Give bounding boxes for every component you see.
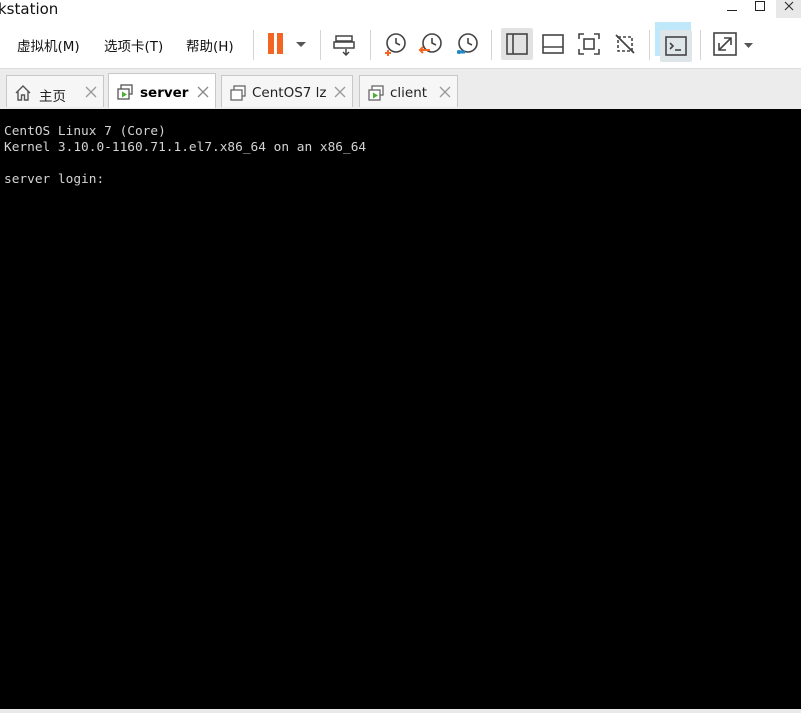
tab-home-label: 主页 [39, 89, 66, 105]
vm-icon [230, 85, 246, 101]
toolbar-separator [253, 30, 254, 60]
revert-snapshot-button[interactable] [415, 28, 447, 60]
toolbar-separator [491, 30, 492, 60]
menu-help[interactable]: 帮助(H) [186, 35, 234, 55]
thumbnail-bar-button[interactable] [537, 28, 569, 60]
toolbar: 虚拟机(M) 选项卡(T) 帮助(H) [0, 20, 801, 68]
window-title: kstation [0, 0, 59, 18]
fit-guest-icon [578, 33, 600, 55]
send-ctrl-alt-del-icon [333, 35, 355, 57]
close-icon [784, 1, 793, 11]
toolbar-separator [320, 30, 321, 60]
home-icon [15, 85, 31, 101]
maximize-button[interactable] [748, 0, 772, 18]
fullscreen-icon [713, 32, 753, 56]
tab-client[interactable]: client [359, 75, 458, 107]
fit-guest-button[interactable] [573, 28, 605, 60]
tab-centos7-lz-label: CentOS7 lz [252, 85, 327, 101]
pause-icon [268, 33, 306, 54]
tab-bar: 主页 server CentOS7 lz client [0, 68, 801, 110]
close-icon[interactable] [437, 84, 453, 100]
pause-button[interactable] [262, 28, 308, 60]
title-bar: kstation [0, 0, 801, 20]
no-stretch-button[interactable] [609, 28, 641, 60]
vm-console[interactable]: CentOS Linux 7 (Core) Kernel 3.10.0-1160… [0, 109, 801, 709]
no-stretch-icon [615, 34, 635, 54]
menu-tabs[interactable]: 选项卡(T) [104, 35, 163, 55]
maximize-icon [755, 1, 765, 11]
status-strip [0, 709, 801, 713]
close-button[interactable] [776, 0, 801, 18]
show-library-button[interactable] [501, 28, 533, 60]
close-icon[interactable] [332, 84, 348, 100]
tab-server[interactable]: server [108, 73, 216, 108]
tab-home[interactable]: 主页 [6, 75, 104, 107]
snapshot-manager-icon [457, 33, 478, 54]
close-icon[interactable] [83, 84, 99, 100]
snapshot-icon [385, 33, 406, 56]
fullscreen-button[interactable] [708, 28, 756, 60]
toolbar-separator [649, 30, 650, 60]
send-ctrl-alt-del-button[interactable] [329, 28, 361, 60]
minimize-icon [727, 9, 737, 11]
snapshot-manager-button[interactable] [451, 28, 483, 60]
vm-running-icon [117, 84, 133, 100]
take-snapshot-button[interactable] [379, 28, 411, 60]
toolbar-separator [700, 30, 701, 60]
tab-client-label: client [390, 85, 428, 101]
menu-vm[interactable]: 虚拟机(M) [17, 35, 80, 55]
close-icon[interactable] [195, 84, 211, 100]
console-view-icon [665, 36, 687, 56]
console-view-button[interactable] [660, 30, 692, 62]
console-line: Kernel 3.10.0-1160.71.1.el7.x86_64 on an… [4, 140, 367, 155]
console-login-prompt: server login: [4, 172, 105, 187]
vm-running-icon [368, 85, 384, 101]
show-library-icon [506, 33, 528, 55]
tab-server-label: server [140, 85, 189, 101]
tab-centos7-lz[interactable]: CentOS7 lz [221, 75, 353, 107]
minimize-button[interactable] [720, 0, 744, 18]
console-line: CentOS Linux 7 (Core) [4, 124, 166, 139]
revert-snapshot-icon [418, 33, 442, 54]
toolbar-separator [370, 30, 371, 60]
thumbnail-bar-icon [542, 34, 564, 54]
